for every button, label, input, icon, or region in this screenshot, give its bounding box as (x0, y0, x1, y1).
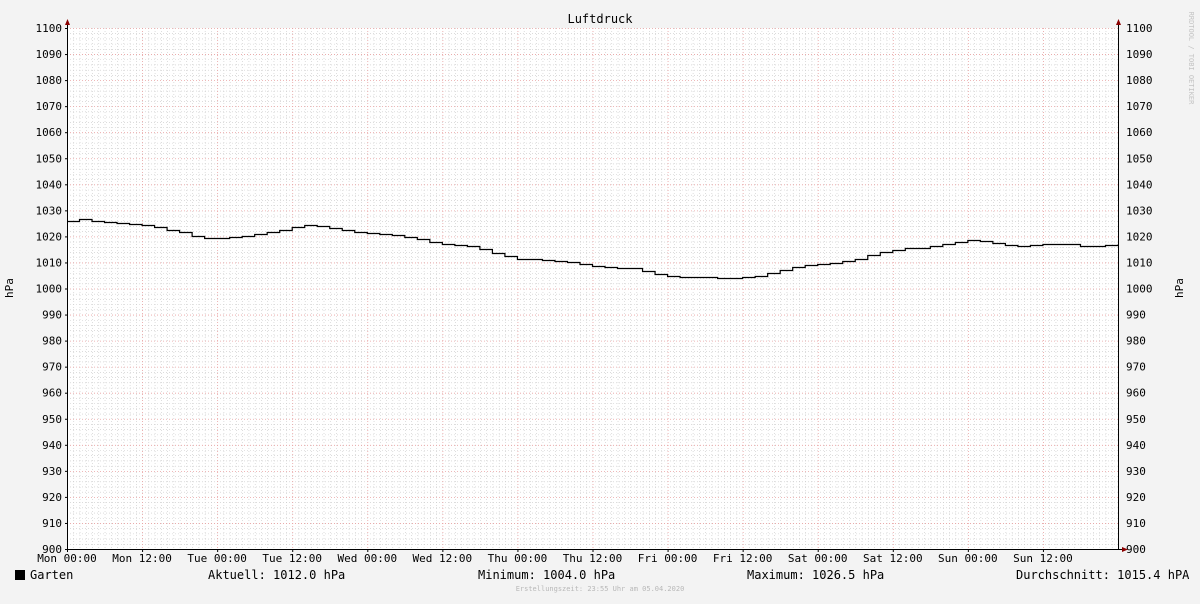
y-tick-label-left: 1000 (36, 283, 63, 296)
y-tick-label-right: 930 (1126, 465, 1146, 478)
stat-current: Aktuell: 1012.0 hPa (208, 568, 346, 582)
y-tick-label-left: 1050 (36, 152, 63, 165)
legend-series-name: Garten (30, 568, 74, 582)
chart-container: 900 900 910 910 920 920 930 930 940 940 950 950 960 9… (0, 0, 1200, 600)
y-tick-label-left: 930 (42, 465, 62, 478)
y-tick-label-right: 1050 (1126, 152, 1153, 165)
rrdtool-watermark: RRDTOOL / TOBI OETIKER (1187, 12, 1195, 106)
y-axis-label-right: hPa (1173, 278, 1186, 298)
y-tick-label-left: 1080 (36, 74, 63, 87)
x-tick-label: Sat 12:00 (863, 552, 923, 565)
y-tick-label-right: 970 (1126, 361, 1146, 374)
y-tick-label-right: 910 (1126, 517, 1146, 530)
y-tick-label-left: 910 (42, 517, 62, 530)
x-tick-label: Wed 00:00 (337, 552, 397, 565)
y-tick-label-left: 970 (42, 361, 62, 374)
y-tick-label-left: 1100 (36, 22, 63, 35)
pressure-chart: 900 900910 910920 920930 930940 940950 950960 9… (0, 0, 1200, 600)
y-tick-label-left: 1060 (36, 126, 63, 139)
x-tick-label: Sat 00:00 (788, 552, 848, 565)
y-tick-label-right: 1040 (1126, 178, 1153, 191)
x-tick-label: Wed 12:00 (413, 552, 473, 565)
y-tick-label-right: 960 (1126, 387, 1146, 400)
y-tick-label-right: 1060 (1126, 126, 1153, 139)
y-tick-label-left: 1020 (36, 230, 63, 243)
y-tick-label-right: 1010 (1126, 256, 1153, 269)
y-tick-label-left: 920 (42, 491, 62, 504)
y-tick-label-left: 1010 (36, 256, 63, 269)
x-tick-label: Sun 12:00 (1013, 552, 1073, 565)
y-axis-label-left: hPa (3, 278, 16, 298)
y-tick-label-right: 1100 (1126, 22, 1153, 35)
y-tick-label-right: 940 (1126, 439, 1146, 452)
plot-area (67, 28, 1118, 549)
y-tick-label-right: 1030 (1126, 204, 1153, 217)
y-tick-label-left: 1090 (36, 48, 63, 61)
stat-maximum: Maximum: 1026.5 hPa (747, 568, 885, 582)
y-tick-label-right: 1070 (1126, 100, 1153, 113)
x-tick-label: Fri 00:00 (638, 552, 698, 565)
stat-minimum: Minimum: 1004.0 hPa (478, 568, 616, 582)
y-tick-label-right: 1080 (1126, 74, 1153, 87)
y-tick-label-left: 950 (42, 413, 62, 426)
y-tick-label-right: 980 (1126, 335, 1146, 348)
legend-entry-garten: Garten (15, 566, 73, 584)
y-tick-label-right: 1020 (1126, 230, 1153, 243)
x-tick-label: Thu 00:00 (488, 552, 548, 565)
y-tick-label-left: 960 (42, 387, 62, 400)
legend-swatch (15, 570, 25, 580)
y-tick-label-right: 1000 (1126, 283, 1153, 296)
y-tick-label-left: 940 (42, 439, 62, 452)
legend-stats-row: Garten Aktuell: 1012.0 hPa Minimum: 1004… (0, 566, 1200, 584)
y-tick-label-left: 1040 (36, 178, 63, 191)
x-tick-label: Thu 12:00 (563, 552, 623, 565)
stat-average: Durchschnitt: 1015.4 hPA (1016, 568, 1190, 582)
y-tick-label-left: 990 (42, 309, 62, 322)
creation-timestamp: Erstellungszeit: 23:55 Uhr am 05.04.2020 (515, 585, 685, 593)
y-tick-label-right: 1090 (1126, 48, 1153, 61)
y-tick-label-right: 900 (1126, 543, 1146, 556)
x-tick-label: Fri 12:00 (713, 552, 773, 565)
y-tick-label-right: 950 (1126, 413, 1146, 426)
x-tick-label: Mon 00:00 (37, 552, 97, 565)
x-tick-label: Mon 12:00 (112, 552, 172, 565)
y-tick-label-right: 990 (1126, 309, 1146, 322)
y-tick-label-left: 1070 (36, 100, 63, 113)
x-tick-label: Tue 00:00 (187, 552, 247, 565)
y-tick-label-left: 1030 (36, 204, 63, 217)
x-tick-label: Sun 00:00 (938, 552, 998, 565)
x-tick-label: Tue 12:00 (262, 552, 322, 565)
y-tick-label-left: 980 (42, 335, 62, 348)
chart-title: Luftdruck (567, 12, 633, 26)
y-tick-label-right: 920 (1126, 491, 1146, 504)
